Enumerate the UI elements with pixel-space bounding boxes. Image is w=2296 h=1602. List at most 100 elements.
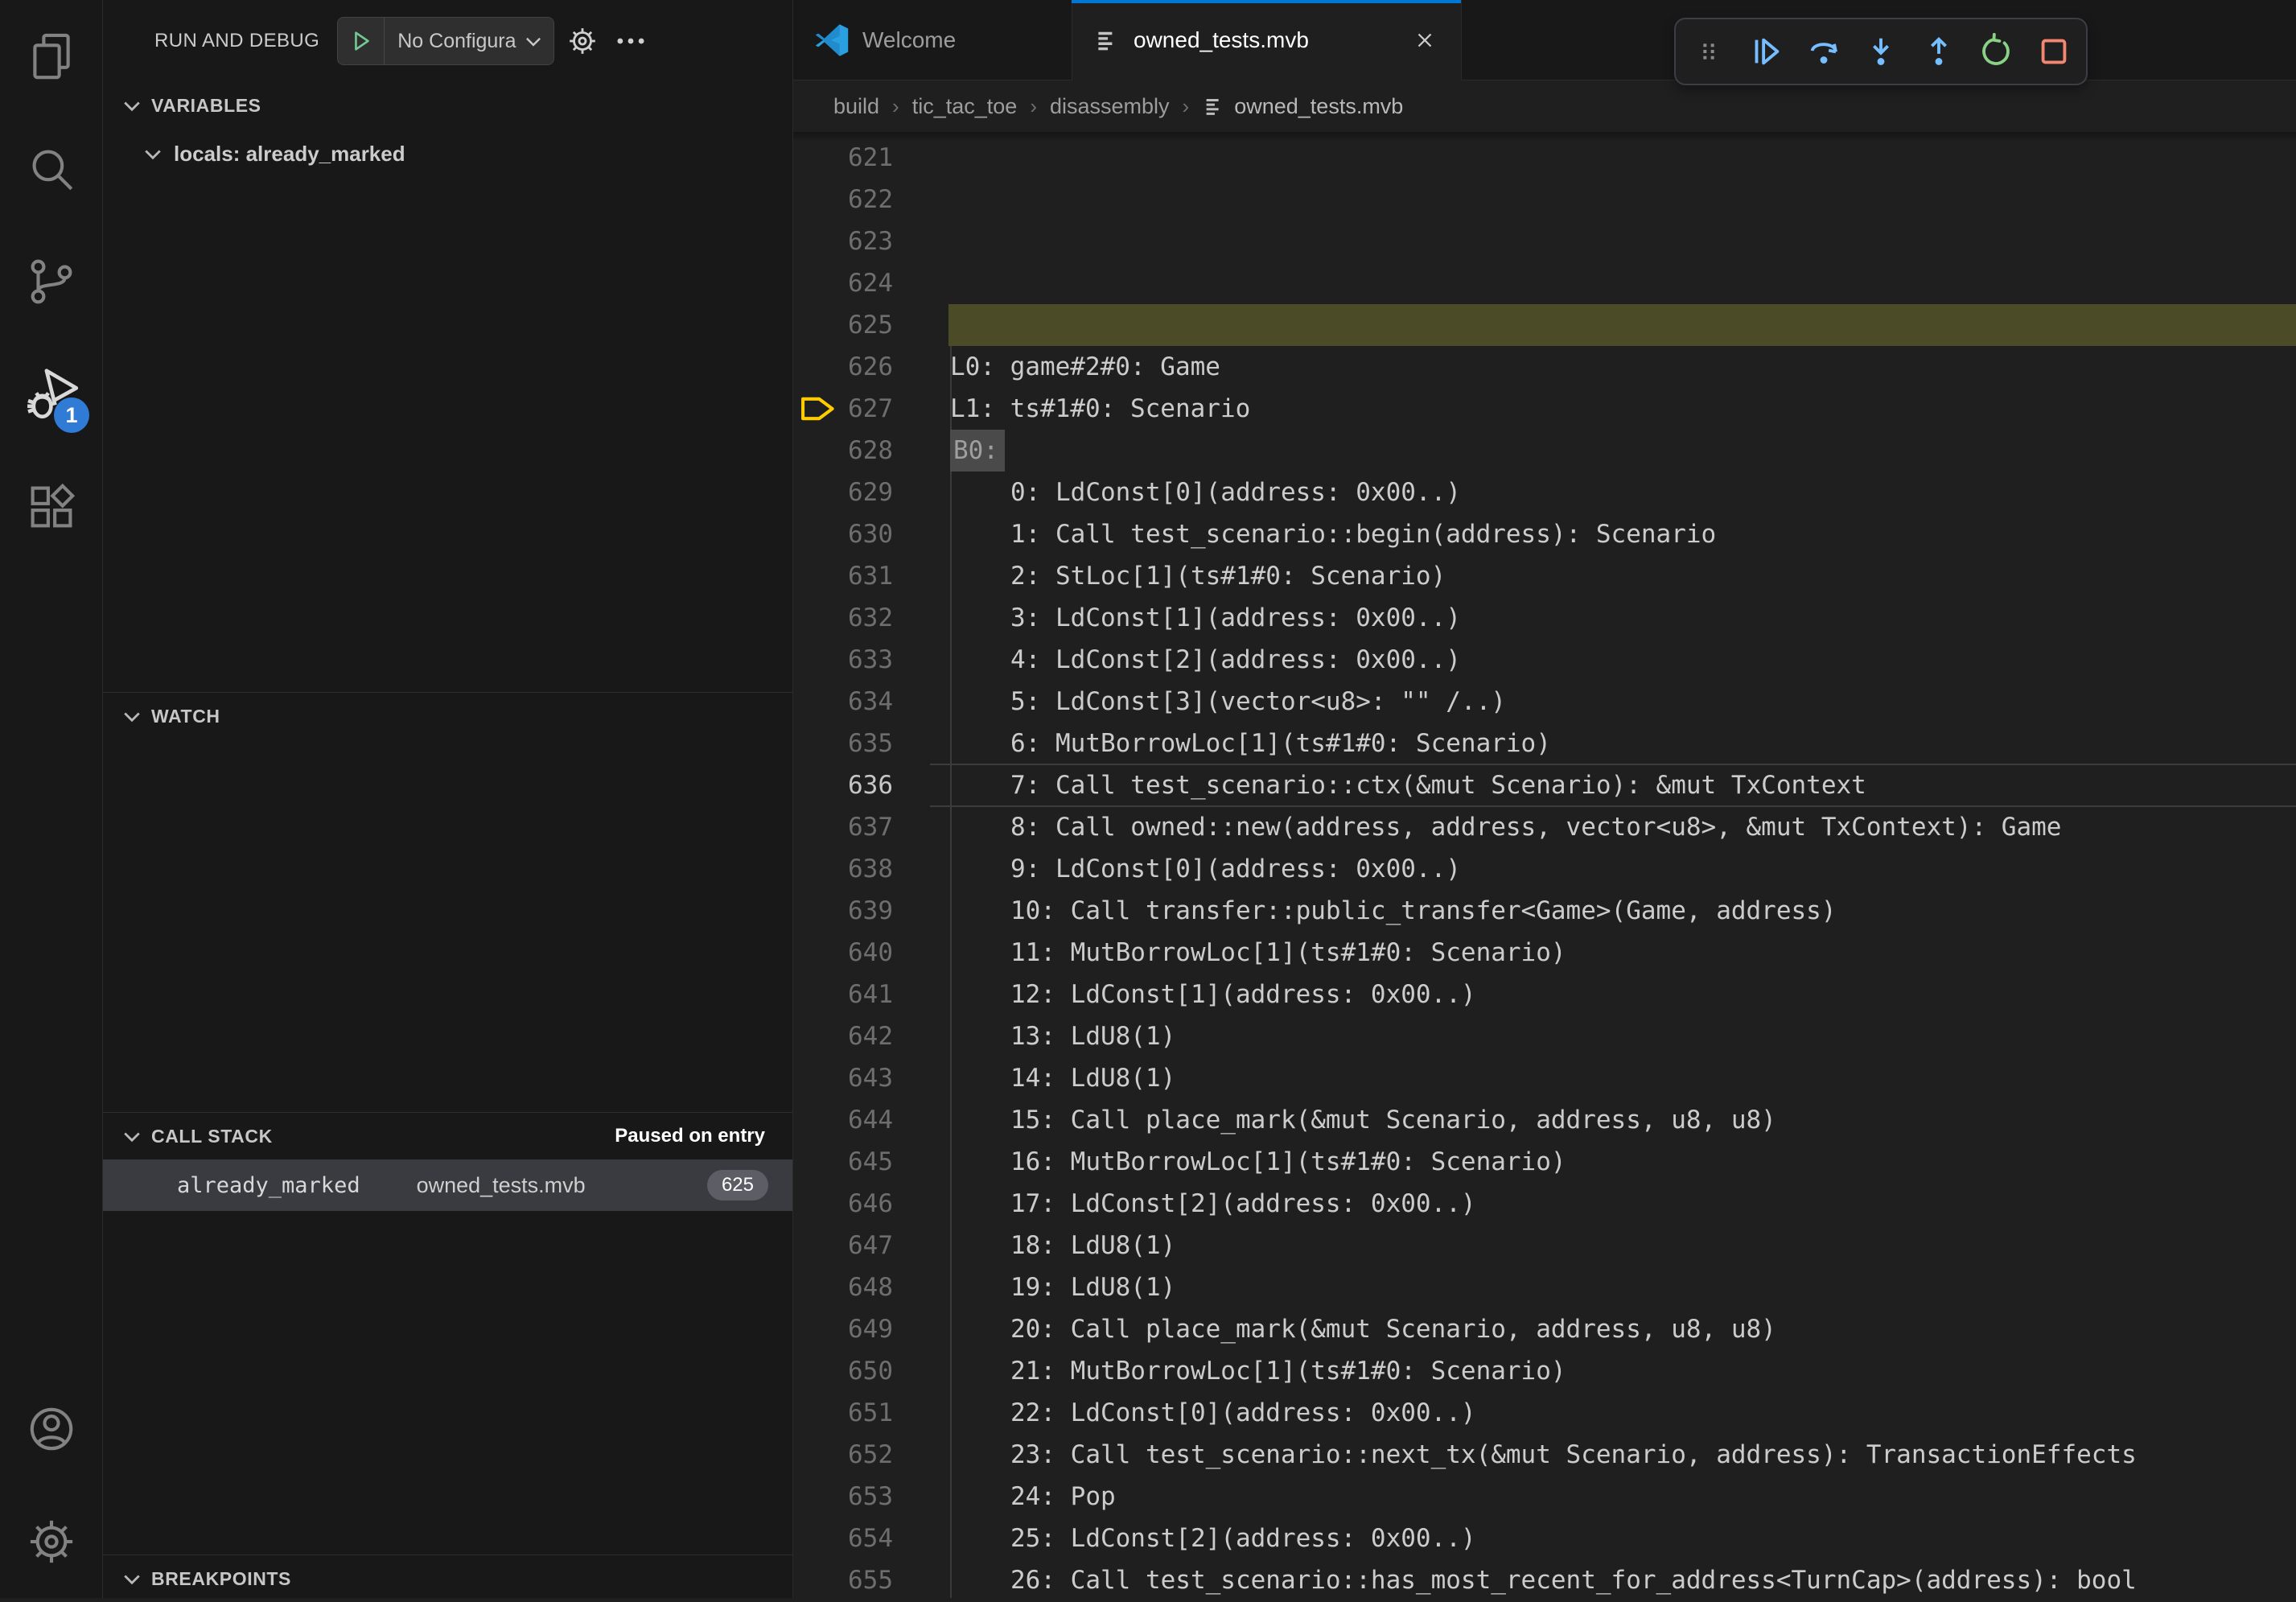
line-number[interactable]: 631 xyxy=(793,555,893,597)
line-number[interactable]: 621 xyxy=(793,137,893,179)
line-number[interactable]: 639 xyxy=(793,890,893,932)
code-line[interactable]: 643 18: LdU8(1) xyxy=(793,1057,2296,1099)
watch-section-header[interactable]: WATCH xyxy=(103,693,792,739)
line-number[interactable]: 644 xyxy=(793,1099,893,1141)
line-number[interactable]: 653 xyxy=(793,1476,893,1518)
source-control-icon[interactable] xyxy=(0,225,102,338)
search-icon[interactable] xyxy=(0,113,102,225)
code-line[interactable]: 648 23: Call test_scenario::next_tx(&mut… xyxy=(793,1266,2296,1308)
code-line[interactable]: 630 5: LdConst[3](vector<u8>: "" /..) xyxy=(793,513,2296,555)
code-line[interactable]: 640 15: Call place_mark(&mut Scenario, a… xyxy=(793,932,2296,974)
debug-config-control[interactable]: No Configura xyxy=(337,17,553,65)
breadcrumb-item[interactable]: tic_tac_toe xyxy=(912,94,1018,119)
line-number[interactable]: 647 xyxy=(793,1225,893,1266)
breadcrumb-file[interactable]: owned_tests.mvb xyxy=(1202,94,1403,119)
debug-settings-gear-icon[interactable] xyxy=(562,21,603,61)
line-number[interactable]: 655 xyxy=(793,1559,893,1598)
line-number[interactable]: 638 xyxy=(793,848,893,890)
line-number[interactable]: 645 xyxy=(793,1141,893,1183)
code-line[interactable]: 633 8: Call owned::new(address, address,… xyxy=(793,639,2296,681)
code-line[interactable]: 621 already_marked() { xyxy=(793,137,2296,179)
code-line[interactable]: 623 L1: ts#1#0: Scenario xyxy=(793,220,2296,262)
code-line[interactable]: 655 B2: xyxy=(793,1559,2296,1598)
step-out-icon[interactable] xyxy=(1914,27,1964,76)
breakpoints-section-header[interactable]: BREAKPOINTS xyxy=(103,1555,792,1602)
config-dropdown[interactable]: No Configura xyxy=(385,30,553,53)
line-number[interactable]: 622 xyxy=(793,179,893,220)
line-number[interactable]: 652 xyxy=(793,1434,893,1476)
step-over-icon[interactable] xyxy=(1799,27,1849,76)
line-number[interactable]: 636 xyxy=(793,764,893,806)
account-icon[interactable] xyxy=(0,1373,102,1485)
code-line[interactable]: 649 24: Pop xyxy=(793,1308,2296,1350)
line-number[interactable]: 624 xyxy=(793,262,893,304)
line-number[interactable]: 646 xyxy=(793,1183,893,1225)
code-line[interactable]: 647 22: LdConst[0](address: 0x00..) xyxy=(793,1225,2296,1266)
code-editor[interactable]: 621 already_marked() { 622 L0: game#2#0:… xyxy=(793,132,2296,1598)
line-number[interactable]: 627 xyxy=(793,388,893,430)
drag-handle-icon[interactable] xyxy=(1684,27,1734,76)
start-debug-button[interactable] xyxy=(338,18,385,64)
run-and-debug-icon[interactable]: 1 xyxy=(0,338,102,451)
code-line[interactable]: 650 25: LdConst[2](address: 0x00..) xyxy=(793,1350,2296,1392)
continue-icon[interactable] xyxy=(1741,27,1791,76)
code-line[interactable]: 651 26: Call test_scenario::has_most_rec… xyxy=(793,1392,2296,1434)
line-number[interactable]: 649 xyxy=(793,1308,893,1350)
code-line[interactable]: 641 16: MutBorrowLoc[1](ts#1#0: Scenario… xyxy=(793,974,2296,1015)
code-line[interactable]: 624 B0: xyxy=(793,262,2296,304)
tab-welcome[interactable]: Welcome xyxy=(793,0,1072,80)
call-stack-section-header[interactable]: CALL STACK Paused on entry xyxy=(103,1113,792,1159)
explorer-icon[interactable] xyxy=(0,0,102,113)
code-line[interactable]: 622 L0: game#2#0: Game xyxy=(793,179,2296,220)
close-icon[interactable] xyxy=(1409,25,1440,56)
code-line[interactable]: 627 2: StLoc[1](ts#1#0: Scenario) xyxy=(793,388,2296,430)
step-into-icon[interactable] xyxy=(1856,27,1906,76)
line-number[interactable]: 626 xyxy=(793,346,893,388)
restart-icon[interactable] xyxy=(1971,27,2021,76)
stack-frame-row[interactable]: already_marked owned_tests.mvb 625 xyxy=(103,1159,792,1211)
code-line[interactable]: 638 13: LdU8(1) xyxy=(793,848,2296,890)
line-number[interactable]: 632 xyxy=(793,597,893,639)
breadcrumb-item[interactable]: build xyxy=(833,94,879,119)
code-line[interactable]: 634 9: LdConst[0](address: 0x00..) xyxy=(793,681,2296,723)
code-line[interactable]: 642 17: LdConst[2](address: 0x00..) xyxy=(793,1015,2296,1057)
tab-owned-tests[interactable]: owned_tests.mvb xyxy=(1072,0,1462,80)
extensions-icon[interactable] xyxy=(0,451,102,563)
code-line[interactable]: 637 12: LdConst[1](address: 0x00..) xyxy=(793,806,2296,848)
line-number[interactable]: 648 xyxy=(793,1266,893,1308)
code-line[interactable]: 653 B1: xyxy=(793,1476,2296,1518)
code-line[interactable]: 654 28: Branch(31) xyxy=(793,1518,2296,1559)
line-number[interactable]: 623 xyxy=(793,220,893,262)
code-line[interactable]: 632 7: Call test_scenario::ctx(&mut Scen… xyxy=(793,597,2296,639)
code-line[interactable]: 629 4: LdConst[2](address: 0x00..) xyxy=(793,472,2296,513)
variables-section-header[interactable]: VARIABLES xyxy=(103,82,792,129)
line-number[interactable]: 641 xyxy=(793,974,893,1015)
line-number[interactable]: 628 xyxy=(793,430,893,472)
line-number[interactable]: 651 xyxy=(793,1392,893,1434)
code-line[interactable]: 635 10: Call transfer::public_transfer<G… xyxy=(793,723,2296,764)
code-line[interactable]: 645 20: Call place_mark(&mut Scenario, a… xyxy=(793,1141,2296,1183)
line-number[interactable]: 625 xyxy=(793,304,893,346)
code-line[interactable]: 652 27: BrFalse(29) xyxy=(793,1434,2296,1476)
line-number[interactable]: 634 xyxy=(793,681,893,723)
code-line[interactable]: 639 14: LdU8(1) xyxy=(793,890,2296,932)
code-line[interactable]: 626 1: Call test_scenario::begin(address… xyxy=(793,346,2296,388)
line-number[interactable]: 629 xyxy=(793,472,893,513)
line-number[interactable]: 640 xyxy=(793,932,893,974)
code-line[interactable]: 631 6: MutBorrowLoc[1](ts#1#0: Scenario) xyxy=(793,555,2296,597)
breadcrumb-item[interactable]: disassembly xyxy=(1050,94,1170,119)
settings-gear-icon[interactable] xyxy=(0,1485,102,1598)
line-number[interactable]: 642 xyxy=(793,1015,893,1057)
code-line[interactable]: 636 11: MutBorrowLoc[1](ts#1#0: Scenario… xyxy=(793,764,2296,806)
line-number[interactable]: 654 xyxy=(793,1518,893,1559)
line-number[interactable]: 650 xyxy=(793,1350,893,1392)
line-number[interactable]: 637 xyxy=(793,806,893,848)
more-actions-icon[interactable] xyxy=(611,21,651,61)
line-number[interactable]: 635 xyxy=(793,723,893,764)
line-number[interactable]: 630 xyxy=(793,513,893,555)
line-number[interactable]: 633 xyxy=(793,639,893,681)
locals-scope-row[interactable]: locals: already_marked xyxy=(103,129,792,179)
code-line[interactable]: 628 3: LdConst[1](address: 0x00..) xyxy=(793,430,2296,472)
stop-icon[interactable] xyxy=(2029,27,2079,76)
line-number[interactable]: 643 xyxy=(793,1057,893,1099)
